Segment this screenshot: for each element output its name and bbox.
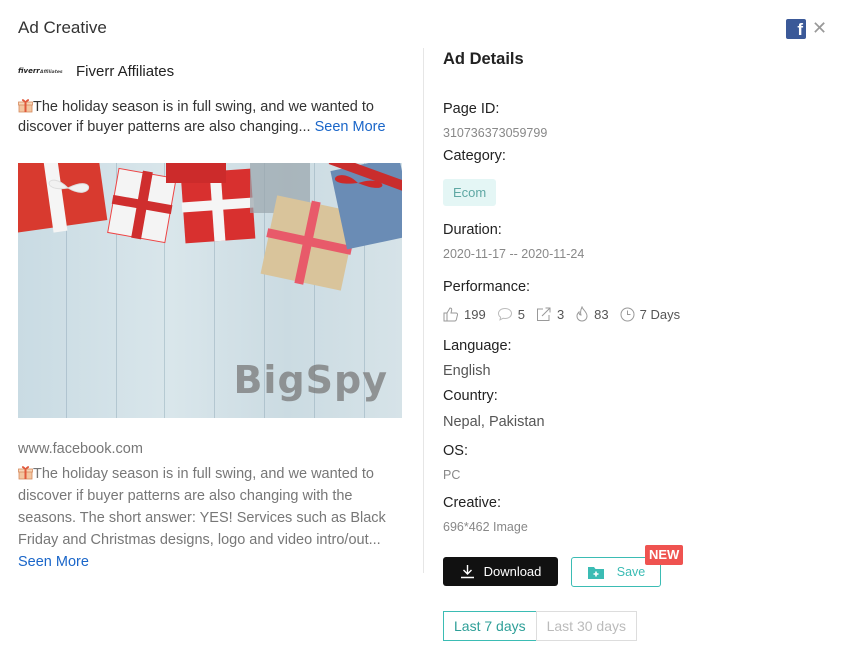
category-label: Category: [443, 148, 506, 164]
creative-label: Creative: [443, 495, 502, 511]
duration-label: Duration: [443, 222, 502, 238]
heat-stat: 83 [575, 306, 609, 322]
ad-full-text: The holiday season is in full swing, and… [18, 463, 393, 573]
download-icon [460, 565, 474, 579]
language-label: Language: [443, 338, 512, 354]
svg-text:Affiliates: Affiliates [39, 69, 63, 75]
country-label: Country: [443, 388, 498, 404]
svg-text:fiverr: fiverr [18, 67, 40, 75]
os-value: PC [443, 468, 461, 482]
comments-stat: 5 [497, 307, 525, 322]
seen-more-link[interactable]: Seen More [18, 551, 393, 573]
flame-icon [576, 306, 588, 322]
share-icon [536, 307, 551, 321]
likes-count: 199 [464, 306, 486, 322]
modal-title: Ad Creative [18, 18, 107, 37]
likes-stat: 199 [443, 307, 486, 322]
performance-stats: 199 5 3 83 7 Days [443, 306, 691, 322]
save-label: Save [616, 565, 646, 579]
days-stat: 7 Days [620, 307, 680, 322]
page-id-value: 310736373059799 [443, 126, 548, 140]
ad-preview-text: The holiday season is in full swing, and… [18, 97, 388, 137]
country-value: Nepal, Pakistan [443, 414, 545, 430]
facebook-icon[interactable]: f [786, 19, 806, 39]
clock-icon [620, 307, 635, 321]
performance-label: Performance: [443, 279, 531, 295]
range-last-7-days[interactable]: Last 7 days [443, 611, 537, 641]
ad-details-title: Ad Details [443, 50, 524, 68]
ad-full-body-text: The holiday season is in full swing, and… [18, 466, 386, 548]
gift-emoji-icon [18, 99, 33, 113]
os-label: OS: [443, 443, 468, 459]
column-divider [423, 48, 424, 573]
ad-domain: www.facebook.com [18, 441, 143, 457]
seen-more-inline-link[interactable]: Seen More [315, 119, 386, 135]
ad-full-body: The holiday season is in full swing, and… [18, 463, 393, 551]
shares-count: 3 [556, 306, 565, 322]
creative-value: 696*462 Image [443, 520, 528, 534]
gift-emoji-icon [18, 466, 33, 480]
category-tag[interactable]: Ecom [443, 179, 497, 206]
days-count: 7 Days [639, 306, 681, 322]
advertiser-name[interactable]: Fiverr Affiliates [76, 63, 174, 80]
gifts-illustration [18, 163, 402, 291]
advertiser: fiverr Affiliates Fiverr Affiliates [18, 60, 174, 82]
range-last-30-days[interactable]: Last 30 days [535, 611, 637, 641]
close-icon[interactable]: ✕ [812, 18, 827, 39]
download-button[interactable]: Download [443, 557, 558, 586]
language-value: English [443, 363, 491, 379]
thumbs-up-icon [443, 306, 459, 321]
add-folder-icon [587, 566, 604, 579]
shares-stat: 3 [536, 307, 564, 322]
heat-count: 83 [594, 306, 609, 322]
advertiser-logo: fiverr Affiliates [18, 60, 64, 82]
page-id-label: Page ID: [443, 101, 500, 117]
time-range-toggle: Last 7 days Last 30 days [443, 611, 637, 641]
ad-image[interactable]: BigSpy [18, 163, 402, 418]
download-label: Download [483, 564, 542, 579]
comments-count: 5 [517, 306, 525, 322]
bigspy-watermark: BigSpy [233, 358, 388, 402]
comment-icon [497, 307, 512, 321]
new-badge: NEW [645, 545, 684, 565]
duration-value: 2020-11-17 -- 2020-11-24 [443, 247, 585, 261]
